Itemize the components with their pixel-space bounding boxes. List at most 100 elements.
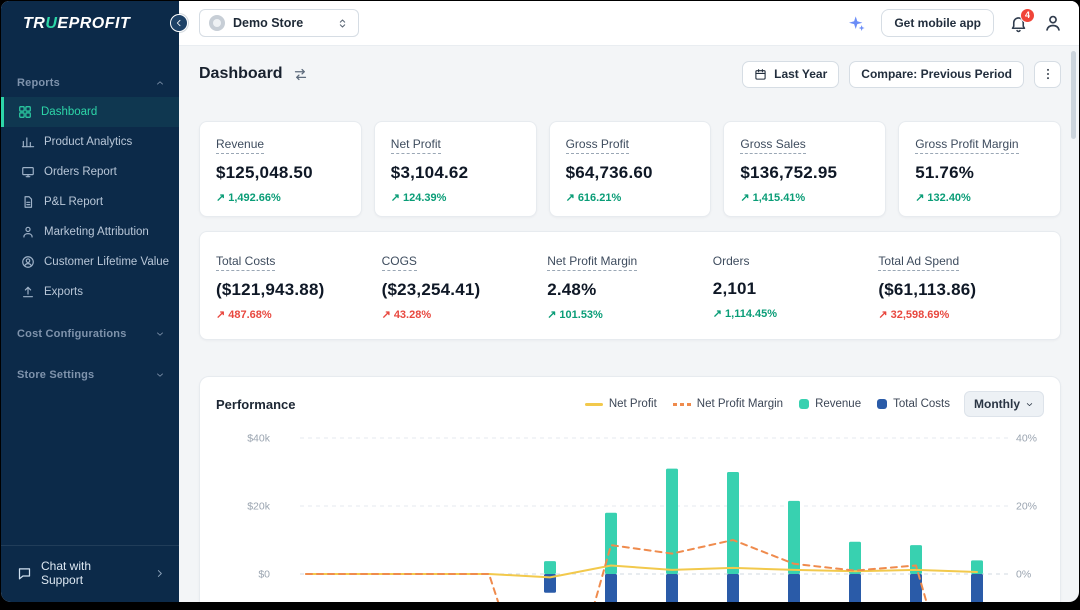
grid-icon bbox=[18, 105, 32, 119]
trend-up-icon: ↗ bbox=[547, 308, 556, 321]
metric-change-value: 616.21% bbox=[578, 192, 621, 204]
legend-label: Net Profit Margin bbox=[697, 398, 783, 410]
metric-label[interactable]: Gross Profit bbox=[566, 137, 629, 154]
metric-label[interactable]: Net Profit bbox=[391, 137, 441, 154]
more-options-button[interactable] bbox=[1034, 61, 1061, 88]
person-circle-icon bbox=[21, 255, 35, 269]
metric-change-value: 1,415.41% bbox=[753, 192, 806, 204]
svg-text:20%: 20% bbox=[1016, 501, 1037, 513]
metric-label: Orders bbox=[713, 254, 750, 268]
metric-label[interactable]: Total Costs bbox=[216, 254, 275, 271]
metric-label[interactable]: Revenue bbox=[216, 137, 264, 154]
sidebar-section-reports[interactable]: Reports bbox=[1, 69, 179, 97]
sidebar-item-label: P&L Report bbox=[44, 196, 103, 208]
performance-card: Performance Net Profit Net Profit Margin R… bbox=[199, 376, 1061, 602]
dash-orange-swatch bbox=[673, 403, 691, 406]
sidebar-item-product-analytics[interactable]: Product Analytics bbox=[1, 127, 179, 157]
main-content: Dashboard Last Year Compare: Previous Pe… bbox=[179, 46, 1079, 602]
chevron-right-icon bbox=[154, 568, 165, 579]
metric-label[interactable]: Net Profit Margin bbox=[547, 254, 637, 271]
date-range-button[interactable]: Last Year bbox=[742, 61, 839, 88]
sidebar-item-p-l-report[interactable]: P&L Report bbox=[1, 187, 179, 217]
square-navy-swatch bbox=[877, 399, 887, 409]
page-header: Dashboard Last Year Compare: Previous Pe… bbox=[199, 60, 1061, 88]
legend-total-costs[interactable]: Total Costs bbox=[877, 398, 950, 410]
app-window: TRUEPROFIT ReportsDashboardProduct Analy… bbox=[1, 1, 1079, 602]
metric-value: ($23,254.41) bbox=[382, 280, 548, 300]
trend-up-icon: ↗ bbox=[216, 308, 225, 321]
metric-value: ($61,113.86) bbox=[878, 280, 1044, 300]
legend-net-profit-margin[interactable]: Net Profit Margin bbox=[673, 398, 783, 410]
profile-button[interactable] bbox=[1043, 13, 1063, 33]
metric-change-value: 132.40% bbox=[927, 192, 970, 204]
metric-change-value: 124.39% bbox=[403, 192, 446, 204]
logo-text: U bbox=[45, 15, 57, 32]
swap-arrows-icon[interactable] bbox=[293, 67, 308, 82]
up-down-arrows-icon bbox=[336, 17, 349, 30]
metric-change: ↗32,598.69% bbox=[878, 308, 1044, 321]
metric-change: ↗1,114.45% bbox=[713, 307, 879, 320]
sparkle-icon[interactable] bbox=[847, 14, 866, 33]
trend-up-icon: ↗ bbox=[566, 191, 575, 204]
notifications-button[interactable]: 4 bbox=[1009, 14, 1028, 33]
sidebar-section-cost-configurations[interactable]: Cost Configurations bbox=[1, 320, 179, 348]
metric-card-total-costs: Total Costs($121,943.88)↗487.68% bbox=[216, 252, 382, 321]
metric-label[interactable]: COGS bbox=[382, 254, 417, 271]
sidebar-item-label: Customer Lifetime Value bbox=[44, 256, 169, 268]
sidebar-item-label: Exports bbox=[44, 286, 83, 298]
chevron-down-icon bbox=[155, 329, 165, 339]
kebab-menu-icon bbox=[1041, 67, 1055, 81]
chart-header: Performance Net Profit Net Profit Margin R… bbox=[216, 391, 1044, 417]
metric-card-net-profit-margin: Net Profit Margin2.48%↗101.53% bbox=[547, 252, 713, 321]
chevron-down-icon bbox=[1025, 400, 1034, 409]
sidebar-item-orders-report[interactable]: Orders Report bbox=[1, 157, 179, 187]
store-selector[interactable]: Demo Store bbox=[199, 9, 359, 37]
sidebar-item-marketing-attribution[interactable]: Marketing Attribution bbox=[1, 217, 179, 247]
trend-up-icon: ↗ bbox=[713, 307, 722, 320]
person-icon bbox=[21, 225, 35, 239]
legend-label: Net Profit bbox=[609, 398, 657, 410]
metric-value: 51.76% bbox=[915, 163, 1044, 183]
chevron-down-icon bbox=[155, 370, 165, 380]
sidebar-item-label: Marketing Attribution bbox=[44, 226, 149, 238]
performance-chart: $40k40%$20k20%$00% bbox=[216, 425, 1048, 602]
svg-text:40%: 40% bbox=[1016, 433, 1037, 445]
metric-card-net-profit: Net Profit$3,104.62↗124.39% bbox=[374, 121, 537, 217]
legend-net-profit[interactable]: Net Profit bbox=[585, 398, 657, 410]
bar-chart-icon bbox=[21, 135, 35, 149]
topbar: Demo Store Get mobile app 4 bbox=[179, 1, 1079, 46]
chat-with-support[interactable]: Chat with Support bbox=[1, 545, 179, 602]
scrollbar-thumb[interactable] bbox=[1071, 51, 1076, 139]
legend-label: Revenue bbox=[815, 398, 861, 410]
document-icon bbox=[21, 195, 35, 209]
metric-card-gross-profit: Gross Profit$64,736.60↗616.21% bbox=[549, 121, 712, 217]
store-selector-value: Demo Store bbox=[233, 16, 328, 30]
sidebar-item-customer-lifetime-value[interactable]: Customer Lifetime Value bbox=[1, 247, 179, 277]
svg-text:0%: 0% bbox=[1016, 569, 1031, 581]
chevron-left-icon bbox=[174, 18, 184, 28]
legend-revenue[interactable]: Revenue bbox=[799, 398, 861, 410]
sidebar-collapse-button[interactable] bbox=[170, 14, 188, 32]
sidebar-item-exports[interactable]: Exports bbox=[1, 277, 179, 307]
metric-change: ↗1,415.41% bbox=[740, 191, 869, 204]
compare-button[interactable]: Compare: Previous Period bbox=[849, 61, 1024, 88]
metric-label[interactable]: Total Ad Spend bbox=[878, 254, 959, 271]
metric-change: ↗616.21% bbox=[566, 191, 695, 204]
sidebar: TRUEPROFIT ReportsDashboardProduct Analy… bbox=[1, 1, 179, 602]
notification-badge: 4 bbox=[1020, 8, 1035, 23]
metric-change-value: 1,492.66% bbox=[228, 192, 281, 204]
sidebar-section-store-settings[interactable]: Store Settings bbox=[1, 361, 179, 389]
metric-change-value: 101.53% bbox=[559, 309, 602, 321]
metric-label[interactable]: Gross Sales bbox=[740, 137, 805, 154]
square-teal-swatch bbox=[799, 399, 809, 409]
chat-with-support-label: Chat with Support bbox=[41, 559, 136, 587]
sidebar-item-dashboard[interactable]: Dashboard bbox=[1, 97, 179, 127]
metric-change: ↗43.28% bbox=[382, 308, 548, 321]
metric-label[interactable]: Gross Profit Margin bbox=[915, 137, 1018, 154]
chart-title: Performance bbox=[216, 397, 295, 412]
upload-icon bbox=[21, 285, 35, 299]
metric-card-orders: Orders2,101↗1,114.45% bbox=[713, 252, 879, 321]
metric-value: $125,048.50 bbox=[216, 163, 345, 183]
interval-select[interactable]: Monthly bbox=[964, 391, 1044, 417]
get-mobile-app-button[interactable]: Get mobile app bbox=[881, 9, 994, 37]
